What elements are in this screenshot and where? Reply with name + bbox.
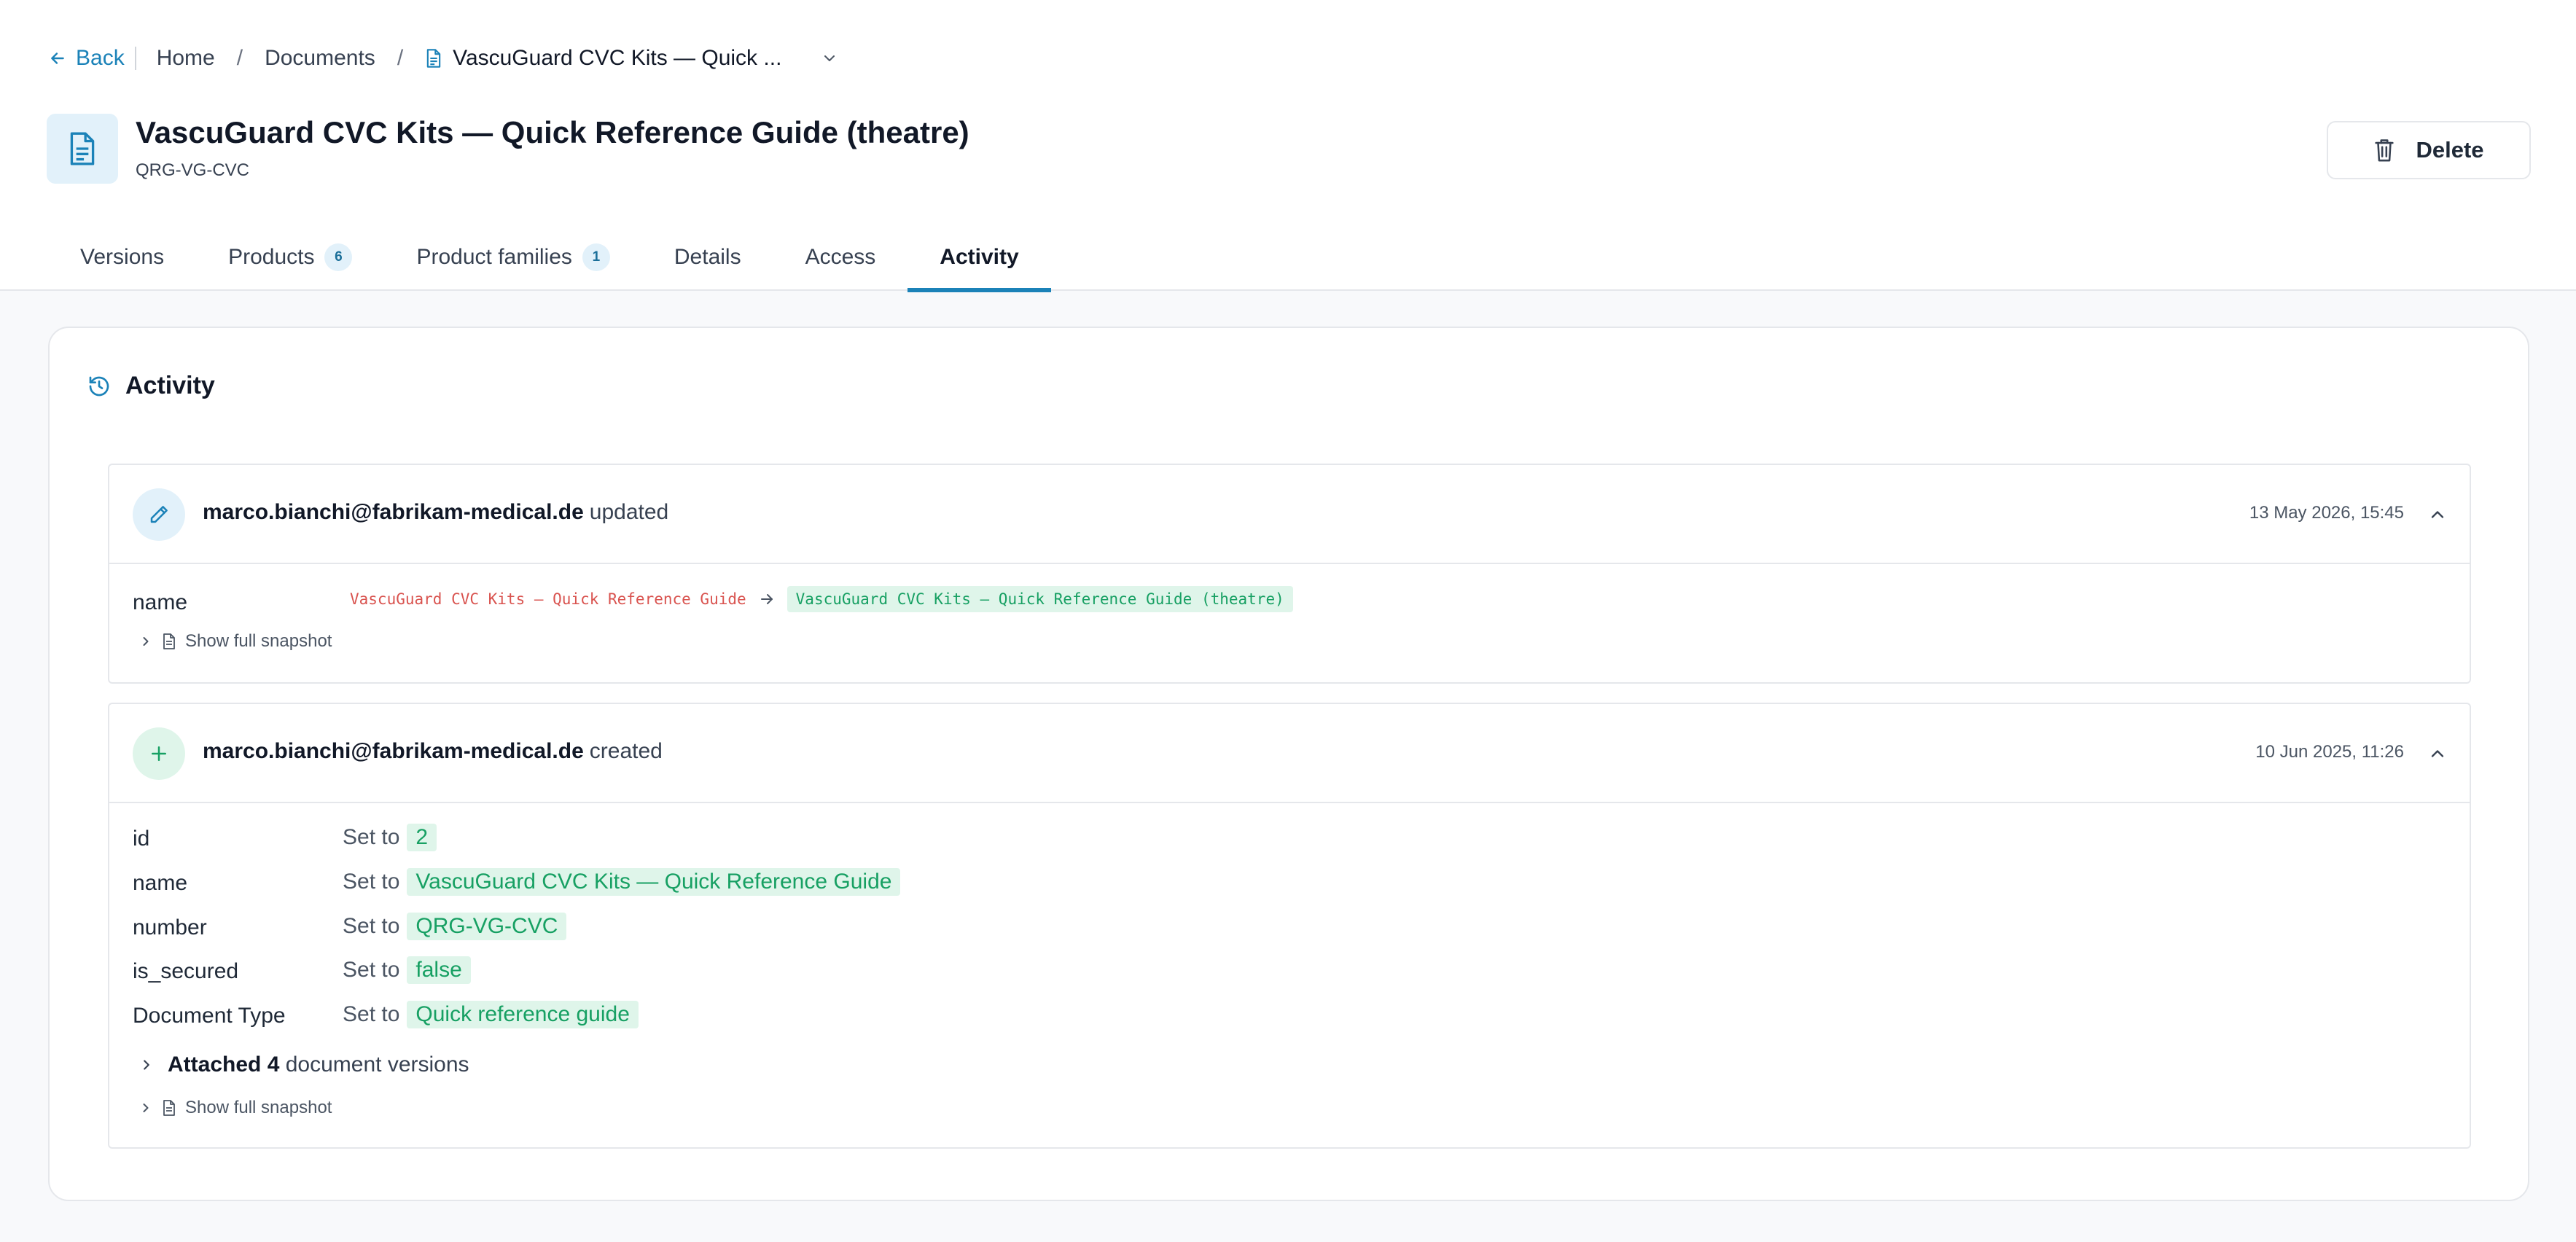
history-icon bbox=[89, 376, 109, 396]
tab-label: Access bbox=[805, 244, 876, 269]
tab-product-families[interactable]: Product families 1 bbox=[384, 223, 641, 291]
show-snapshot-toggle[interactable]: Show full snapshot bbox=[138, 631, 332, 652]
activity-title: Activity bbox=[125, 372, 215, 399]
back-link[interactable]: Back bbox=[48, 46, 125, 71]
breadcrumb-current-label: VascuGuard CVC Kits — Quick ... bbox=[453, 46, 782, 70]
activity-entry: marco.bianchi@fabrikam-medical.de created… bbox=[108, 703, 2471, 1149]
document-icon bbox=[70, 132, 95, 165]
tab-bar: Versions Products 6 Product families 1 Det… bbox=[48, 223, 1052, 292]
field-value: Set to Quick reference guide bbox=[343, 1001, 639, 1028]
change-field: name bbox=[133, 590, 188, 614]
activity-entry: marco.bianchi@fabrikam-medical.de updated… bbox=[108, 464, 2471, 684]
breadcrumb: Back Home / Documents / VascuGuard CVC K… bbox=[48, 41, 838, 76]
breadcrumb-divider bbox=[134, 47, 136, 70]
attached-count: 4 bbox=[267, 1052, 280, 1077]
arrow-left-icon bbox=[51, 52, 64, 64]
tab-versions[interactable]: Versions bbox=[48, 223, 196, 291]
set-to-label: Set to bbox=[343, 958, 400, 982]
chevron-down-icon[interactable] bbox=[821, 48, 838, 69]
chevron-up-icon[interactable] bbox=[2427, 504, 2448, 525]
new-value: VascuGuard CVC Kits — Quick Reference Gu… bbox=[787, 586, 1293, 612]
chevron-up-icon[interactable] bbox=[2427, 743, 2448, 764]
chevron-right-icon bbox=[144, 1060, 149, 1070]
value-chip: VascuGuard CVC Kits — Quick Reference Gu… bbox=[407, 868, 901, 896]
delete-label: Delete bbox=[2416, 137, 2484, 163]
back-label: Back bbox=[76, 46, 125, 70]
activity-heading: Activity bbox=[87, 372, 215, 400]
edit-avatar bbox=[133, 488, 185, 541]
attached-prefix: Attached bbox=[168, 1052, 262, 1077]
value-chip: Quick reference guide bbox=[407, 1001, 639, 1028]
attached-versions-toggle[interactable]: Attached 4 document versions bbox=[138, 1052, 469, 1077]
chevron-right-icon bbox=[143, 637, 149, 646]
plus-icon bbox=[152, 746, 166, 761]
attached-suffix: document versions bbox=[285, 1052, 469, 1077]
entry-summary: marco.bianchi@fabrikam-medical.de created bbox=[203, 739, 663, 764]
set-to-label: Set to bbox=[343, 1002, 400, 1026]
entry-user: marco.bianchi@fabrikam-medical.de bbox=[203, 500, 584, 524]
set-to-label: Set to bbox=[343, 914, 400, 938]
field-value: Set to VascuGuard CVC Kits — Quick Refere… bbox=[343, 868, 901, 896]
set-to-label: Set to bbox=[343, 870, 400, 894]
breadcrumb-documents[interactable]: Documents bbox=[265, 46, 375, 71]
show-snapshot-toggle[interactable]: Show full snapshot bbox=[138, 1098, 332, 1118]
value-chip: false bbox=[407, 956, 471, 984]
field-value: Set to false bbox=[343, 956, 471, 984]
change-diff: VascuGuard CVC Kits — Quick Reference Gu… bbox=[350, 586, 1293, 612]
document-avatar bbox=[47, 114, 118, 184]
entry-header[interactable]: marco.bianchi@fabrikam-medical.de created… bbox=[109, 704, 2470, 803]
entry-action: updated bbox=[589, 500, 669, 524]
breadcrumb-separator: / bbox=[236, 46, 243, 70]
document-icon bbox=[426, 49, 441, 68]
page-header: Back Home / Documents / VascuGuard CVC K… bbox=[0, 0, 2576, 292]
arrow-right-icon bbox=[760, 594, 773, 604]
tab-label: Activity bbox=[940, 244, 1019, 269]
entry-action: created bbox=[589, 739, 663, 763]
delete-button[interactable]: Delete bbox=[2327, 121, 2531, 179]
document-icon bbox=[163, 633, 175, 649]
tab-details[interactable]: Details bbox=[642, 223, 773, 291]
pencil-icon bbox=[150, 506, 168, 523]
entry-timestamp: 10 Jun 2025, 11:26 bbox=[2255, 742, 2404, 762]
document-icon bbox=[163, 1100, 175, 1116]
field-name: id bbox=[133, 827, 150, 851]
count-badge: 6 bbox=[324, 243, 353, 271]
activity-card: Activity marco.bianchi@fabrikam-medical.… bbox=[48, 327, 2529, 1201]
field-name: name bbox=[133, 871, 188, 895]
old-value: VascuGuard CVC Kits — Quick Reference Gu… bbox=[350, 590, 746, 608]
tab-products[interactable]: Products 6 bbox=[196, 223, 384, 291]
field-name: Document Type bbox=[133, 1004, 286, 1028]
page-title: VascuGuard CVC Kits — Quick Reference Gu… bbox=[136, 115, 969, 149]
create-avatar bbox=[133, 727, 185, 780]
trash-icon bbox=[2375, 139, 2394, 162]
tab-label: Product families bbox=[416, 244, 572, 269]
document-number: QRG-VG-CVC bbox=[136, 160, 249, 180]
snapshot-label: Show full snapshot bbox=[185, 631, 332, 651]
field-value: Set to 2 bbox=[343, 824, 437, 851]
value-chip: 2 bbox=[407, 824, 437, 851]
field-name: is_secured bbox=[133, 959, 239, 983]
tab-label: Details bbox=[674, 244, 741, 269]
breadcrumb-separator: / bbox=[397, 46, 404, 70]
tab-label: Products bbox=[228, 244, 315, 269]
breadcrumb-home[interactable]: Home bbox=[157, 46, 215, 71]
tab-activity[interactable]: Activity bbox=[908, 223, 1052, 292]
count-badge: 1 bbox=[582, 243, 610, 271]
set-to-label: Set to bbox=[343, 825, 400, 849]
field-name: number bbox=[133, 915, 207, 940]
entry-summary: marco.bianchi@fabrikam-medical.de updated bbox=[203, 500, 668, 525]
entry-header[interactable]: marco.bianchi@fabrikam-medical.de updated… bbox=[109, 465, 2470, 564]
breadcrumb-current[interactable]: VascuGuard CVC Kits — Quick ... bbox=[425, 46, 838, 71]
entry-timestamp: 13 May 2026, 15:45 bbox=[2249, 503, 2404, 523]
entry-user: marco.bianchi@fabrikam-medical.de bbox=[203, 739, 584, 763]
field-value: Set to QRG-VG-CVC bbox=[343, 913, 567, 940]
chevron-right-icon bbox=[143, 1104, 149, 1112]
snapshot-label: Show full snapshot bbox=[185, 1098, 332, 1117]
tab-access[interactable]: Access bbox=[773, 223, 908, 291]
tab-label: Versions bbox=[80, 244, 165, 269]
value-chip: QRG-VG-CVC bbox=[407, 913, 567, 940]
attached-summary: Attached 4 document versions bbox=[168, 1052, 469, 1077]
